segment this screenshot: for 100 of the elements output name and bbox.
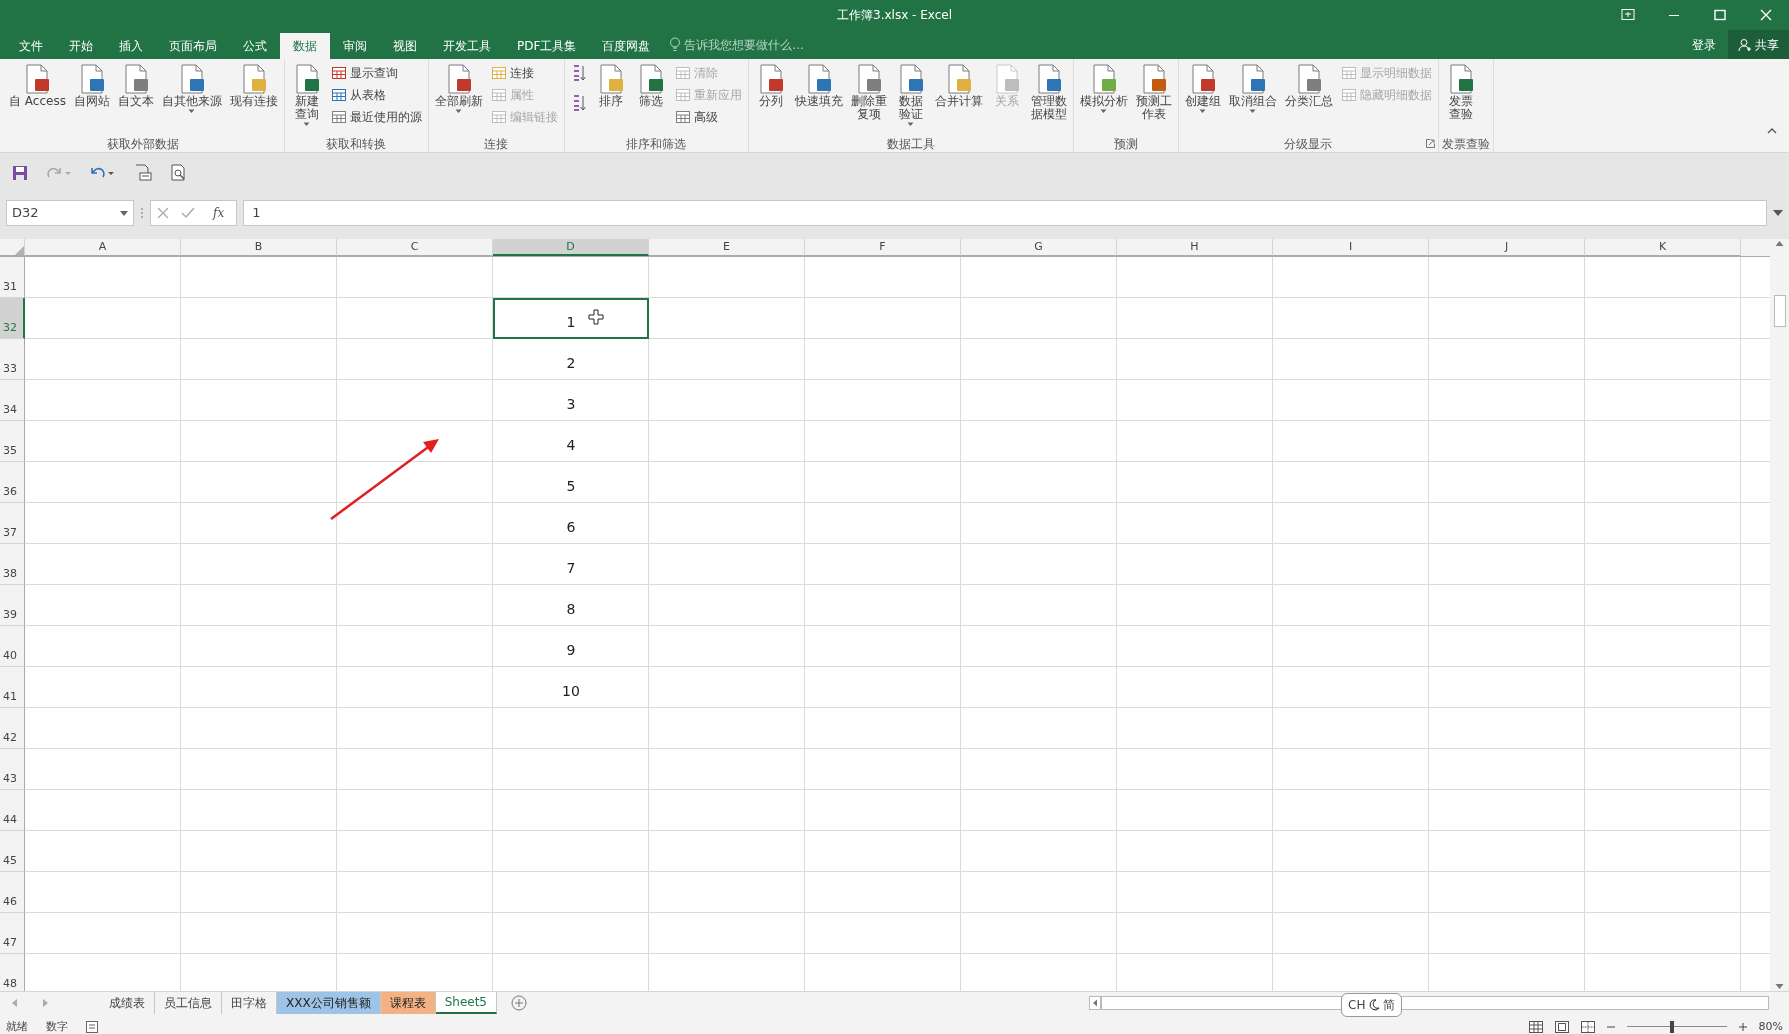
page-break-icon[interactable] (1580, 1021, 1595, 1033)
insert-function-button[interactable]: fx (207, 204, 231, 222)
zoom-level[interactable]: 80% (1758, 1018, 1783, 1034)
macro-record-icon[interactable] (86, 1021, 98, 1033)
row-header[interactable]: 36 (0, 462, 25, 503)
zoom-preview-icon[interactable] (170, 164, 188, 182)
column-header[interactable]: J (1429, 239, 1585, 256)
menu-tab[interactable]: 数据 (280, 33, 330, 59)
ribbon-button[interactable]: 自 Access (6, 61, 69, 110)
row-header[interactable]: 46 (0, 872, 25, 913)
collapse-ribbon-icon[interactable] (1767, 127, 1777, 134)
enter-icon[interactable] (181, 207, 195, 219)
sheet-tab[interactable]: 课程表 (380, 992, 436, 1014)
row-header[interactable]: 44 (0, 790, 25, 831)
row-header[interactable]: 33 (0, 339, 25, 380)
table-cell-text: 8 (565, 600, 577, 619)
row-header[interactable]: 45 (0, 831, 25, 872)
menu-tab[interactable]: 文件 (6, 33, 56, 59)
menu-tab[interactable]: 开发工具 (430, 33, 504, 59)
sheet-tab[interactable]: 成绩表 (100, 992, 155, 1014)
row-header[interactable]: 48 (0, 954, 25, 991)
row-header[interactable]: 42 (0, 708, 25, 749)
row-header[interactable]: 32 (0, 298, 25, 339)
ribbon-button[interactable]: 删除重复项 (847, 61, 890, 123)
row-header[interactable]: 41 (0, 667, 25, 708)
ribbon-button[interactable]: 排序 (591, 61, 630, 110)
sheet-tab[interactable]: Sheet5 (435, 992, 497, 1014)
menu-tab[interactable]: 视图 (380, 33, 430, 59)
ribbon-button[interactable]: 预测工作表 (1132, 61, 1175, 123)
ribbon-button[interactable]: 高级 (671, 107, 745, 127)
scroll-left-icon[interactable] (1089, 996, 1101, 1010)
row-header[interactable]: 31 (0, 257, 25, 298)
menu-tab[interactable]: 开始 (56, 33, 106, 59)
column-header[interactable]: H (1117, 239, 1273, 256)
row-header[interactable]: 37 (0, 503, 25, 544)
ribbon-button[interactable]: 数据验证 (891, 61, 930, 129)
ribbon-button[interactable]: 现有连接 (226, 61, 281, 110)
ribbon-button[interactable]: 显示查询 (327, 63, 425, 83)
page-layout-icon[interactable] (1554, 1021, 1569, 1033)
normal-view-icon[interactable] (1528, 1021, 1543, 1033)
column-header[interactable]: K (1585, 239, 1741, 256)
ribbon-button[interactable]: 分类汇总 (1281, 61, 1336, 110)
print-preview-icon[interactable] (134, 164, 152, 182)
row-header[interactable]: 38 (0, 544, 25, 585)
menu-tab[interactable]: PDF工具集 (504, 33, 590, 59)
ribbon-button[interactable]: 从表格 (327, 85, 425, 105)
column-header[interactable]: D (493, 239, 649, 256)
column-header[interactable]: B (181, 239, 337, 256)
dialog-launcher-icon[interactable] (1425, 139, 1435, 148)
row-header[interactable]: 34 (0, 380, 25, 421)
ribbon-button[interactable]: 模拟分析 (1076, 61, 1131, 116)
ribbon-button[interactable]: 最近使用的源 (327, 107, 425, 127)
column-header[interactable]: I (1273, 239, 1429, 256)
name-box[interactable]: D32 (6, 200, 134, 226)
row-header[interactable]: 39 (0, 585, 25, 626)
ribbon-button[interactable]: 全部刷新 (431, 61, 486, 116)
row-header[interactable]: 47 (0, 913, 25, 954)
menu-tab[interactable]: 审阅 (330, 33, 380, 59)
ribbon-button[interactable]: 自网站 (70, 61, 113, 110)
active-cell[interactable]: 1 (493, 298, 649, 339)
ribbon-button[interactable]: 取消组合 (1225, 61, 1280, 116)
save-icon[interactable] (12, 165, 28, 181)
ribbon-button[interactable]: 自文本 (114, 61, 157, 110)
input-language: CH (1348, 997, 1366, 1014)
column-header[interactable]: G (961, 239, 1117, 256)
row-header[interactable]: 43 (0, 749, 25, 790)
ribbon-button[interactable]: 筛选 (631, 61, 670, 110)
scrollbar-thumb[interactable] (1773, 295, 1786, 327)
row-header[interactable]: 35 (0, 421, 25, 462)
ribbon-button[interactable]: 分列 (751, 61, 790, 110)
ribbon-button[interactable]: 创建组 (1181, 61, 1224, 116)
column-header[interactable]: F (805, 239, 961, 256)
formula-field[interactable]: 1 (243, 200, 1767, 226)
menu-tab[interactable]: 插入 (106, 33, 156, 59)
ribbon-button[interactable]: 管理数据模型 (1027, 61, 1070, 123)
column-header[interactable]: E (649, 239, 805, 256)
sheet-tab[interactable]: XXX公司销售额 (277, 992, 381, 1014)
column-header[interactable]: C (337, 239, 493, 256)
ribbon-button[interactable]: 合并计算 (931, 61, 986, 110)
cancel-icon[interactable] (157, 207, 169, 219)
table-icon (490, 87, 507, 103)
sign-in-link[interactable]: 登录 (1692, 35, 1716, 54)
add-sheet-icon[interactable] (511, 995, 527, 1011)
menu-tab[interactable]: 页面布局 (156, 33, 230, 59)
zoom-out-icon[interactable] (1606, 1023, 1615, 1031)
ribbon-button[interactable]: 快速填充 (791, 61, 846, 110)
ribbon-button[interactable]: 自其他来源 (158, 61, 225, 116)
menu-tab[interactable]: 百度网盘 (589, 33, 664, 59)
zoom-slider-thumb[interactable] (1669, 1021, 1674, 1033)
menu-tab[interactable]: 公式 (230, 33, 280, 59)
zoom-in-icon[interactable] (1738, 1023, 1747, 1031)
ribbon-button[interactable]: 发票查验 (1441, 61, 1480, 123)
expand-icon[interactable] (1773, 210, 1783, 216)
column-header[interactable]: A (25, 239, 181, 256)
tell-me-field[interactable]: 告诉我您想要做什么... (684, 35, 835, 54)
sheet-tab[interactable]: 员工信息 (155, 992, 222, 1014)
ribbon-button[interactable]: 新建查询 (287, 61, 326, 129)
ribbon-button[interactable]: 连接 (487, 63, 561, 83)
row-header[interactable]: 40 (0, 626, 25, 667)
share-button[interactable]: 共享 (1728, 30, 1789, 59)
